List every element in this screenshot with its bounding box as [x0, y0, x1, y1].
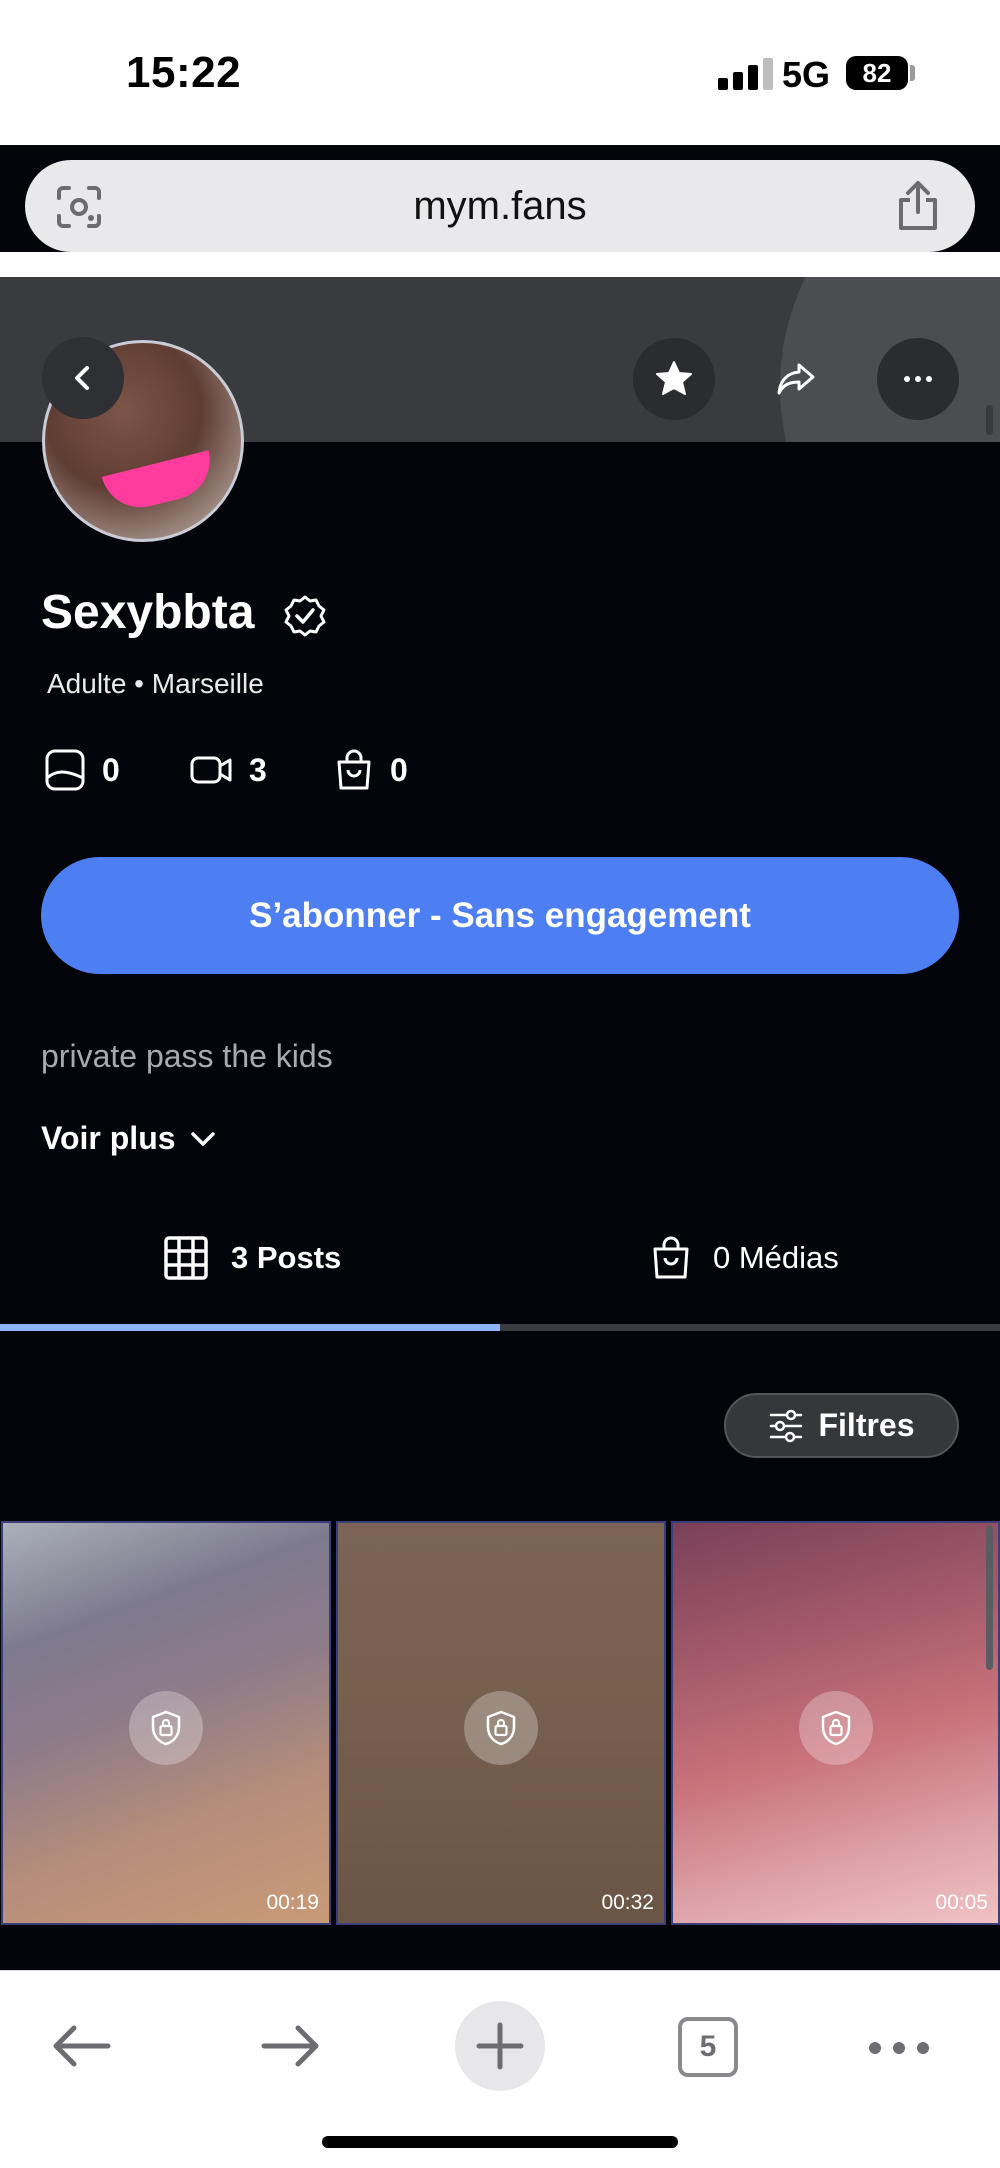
tabs-button[interactable]: 5 — [678, 2017, 738, 2077]
plus-icon — [476, 2022, 524, 2070]
verified-badge-icon — [284, 595, 326, 637]
filters-button[interactable]: Filtres — [724, 1393, 959, 1458]
see-more-button[interactable]: Voir plus — [41, 1120, 216, 1157]
home-indicator[interactable] — [322, 2136, 678, 2148]
stat-videos-count: 3 — [249, 751, 267, 788]
chevron-left-icon — [75, 366, 89, 390]
stat-products-count: 0 — [390, 751, 408, 788]
sliders-icon — [770, 1409, 803, 1442]
stat-products: 0 — [334, 748, 408, 792]
chevron-down-icon — [190, 1131, 215, 1146]
video-icon — [190, 756, 232, 784]
image-icon — [45, 749, 85, 791]
address-bar[interactable]: mym.fans — [25, 160, 975, 252]
locked-shield-icon — [464, 1691, 538, 1765]
share-profile-button[interactable] — [755, 338, 837, 420]
star-icon — [656, 361, 692, 395]
more-horizontal-icon — [904, 376, 932, 382]
scroll-indicator — [986, 1525, 993, 1670]
new-tab-button[interactable] — [455, 2001, 545, 2091]
locked-shield-icon — [129, 1691, 203, 1765]
network-type: 5G — [782, 54, 831, 95]
tab-medias-label: 0 Médias — [713, 1240, 839, 1275]
favorite-button[interactable] — [633, 338, 715, 420]
avatar-detail — [101, 450, 219, 516]
see-more-label: Voir plus — [41, 1120, 176, 1156]
more-horizontal-icon[interactable] — [868, 2041, 930, 2055]
tab-posts-label: 3 Posts — [231, 1240, 342, 1275]
post-thumbnail[interactable]: 00:32 — [336, 1521, 666, 1925]
shopping-bag-icon — [337, 749, 371, 790]
status-time: 15:22 — [126, 48, 242, 97]
cellular-signal-icon — [718, 58, 774, 90]
tab-medias[interactable]: 0 Médias — [651, 1230, 839, 1286]
profile-subtitle: Adulte • Marseille — [47, 668, 264, 699]
stat-photos: 0 — [44, 748, 120, 792]
tab-posts[interactable]: 3 Posts — [163, 1230, 341, 1286]
post-duration: 00:05 — [935, 1891, 988, 1914]
post-thumbnail[interactable]: 00:19 — [1, 1521, 331, 1925]
profile-name: Sexybbta — [41, 586, 255, 639]
post-thumbnail[interactable]: 00:05 — [671, 1521, 1000, 1925]
scroll-indicator-top — [986, 405, 993, 435]
forward-share-icon — [777, 363, 815, 395]
post-duration: 00:32 — [601, 1891, 654, 1914]
shopping-bag-icon — [653, 1236, 689, 1279]
subscribe-button[interactable]: S’abonner - Sans engagement — [41, 857, 959, 974]
share-icon[interactable] — [895, 180, 941, 232]
post-duration: 00:19 — [266, 1891, 319, 1914]
more-options-button[interactable] — [877, 338, 959, 420]
stat-photos-count: 0 — [102, 751, 120, 788]
battery-icon: 82 — [846, 56, 908, 90]
stat-videos: 3 — [189, 748, 267, 792]
url-text[interactable]: mym.fans — [25, 184, 975, 229]
arrow-right-icon[interactable] — [260, 2023, 322, 2069]
filters-label: Filtres — [818, 1407, 915, 1443]
battery-tip — [910, 65, 915, 81]
locked-shield-icon — [799, 1691, 873, 1765]
profile-bio: private pass the kids — [41, 1038, 333, 1074]
tab-active-indicator — [0, 1324, 500, 1331]
status-bar: 15:22 5G 82 — [0, 0, 1000, 145]
arrow-left-icon[interactable] — [50, 2023, 112, 2069]
browser-chrome-divider — [0, 252, 1000, 277]
grid-icon — [164, 1236, 208, 1280]
back-button[interactable] — [42, 337, 124, 419]
